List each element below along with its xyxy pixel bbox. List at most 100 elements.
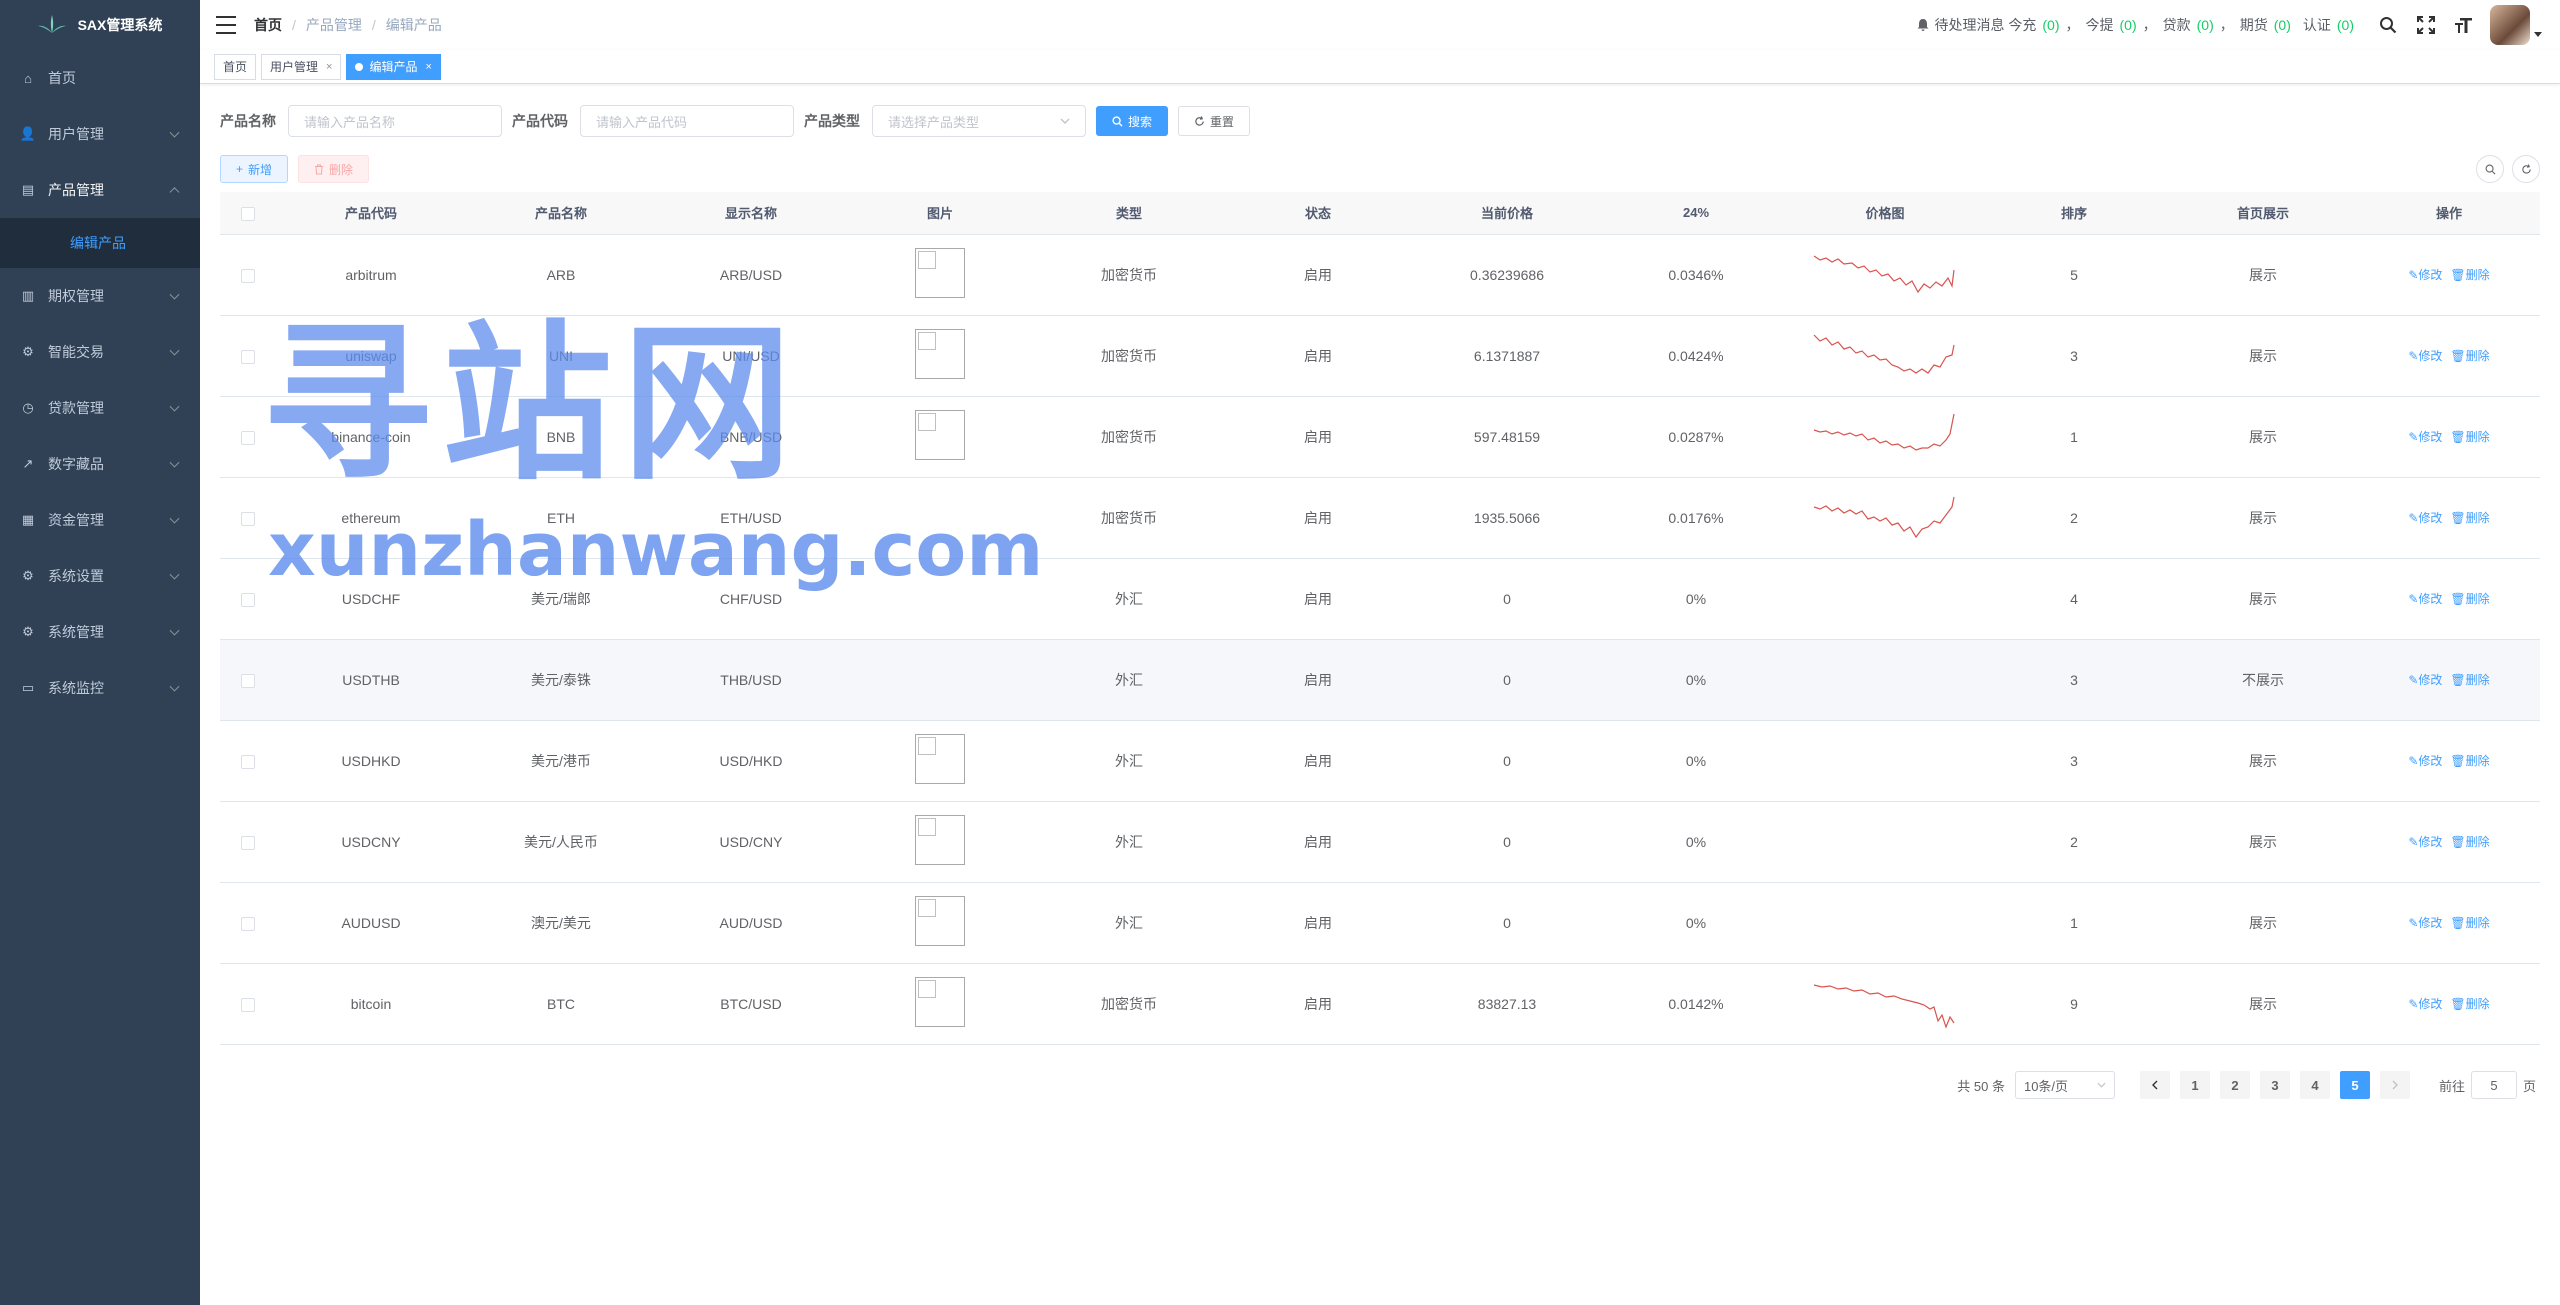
loan-count[interactable]: (0) xyxy=(2197,17,2214,33)
search-button[interactable]: 搜索 xyxy=(1096,106,1169,136)
pending-label[interactable]: 待处理消息 今充 xyxy=(1934,15,2036,35)
sidebar-subitem-edit-product[interactable]: 编辑产品 xyxy=(0,218,200,268)
product-image[interactable] xyxy=(915,329,965,379)
row-checkbox[interactable] xyxy=(241,592,255,607)
product-name-input[interactable]: 请输入产品名称 xyxy=(288,105,502,137)
page-button[interactable]: 4 xyxy=(2299,1071,2330,1099)
row-checkbox[interactable] xyxy=(241,268,255,283)
tag-home[interactable]: 首页 xyxy=(214,53,257,80)
table-row[interactable]: USDHKD 美元/港币 USD/HKD 外汇 启用 0 0% 3 展示 ✎修改 🗑删除 xyxy=(220,720,2540,802)
delete-link[interactable]: 🗑删除 xyxy=(2450,835,2489,849)
app-logo[interactable]: SAX管理系统 xyxy=(0,0,200,50)
delete-link[interactable]: 🗑删除 xyxy=(2450,997,2489,1011)
row-checkbox[interactable] xyxy=(241,430,255,445)
font-size-icon[interactable] xyxy=(2454,15,2474,35)
reset-button[interactable]: 重置 xyxy=(1178,106,1251,136)
close-icon[interactable]: × xyxy=(326,55,332,79)
row-checkbox[interactable] xyxy=(241,835,255,850)
refresh-button[interactable] xyxy=(2512,155,2540,183)
edit-link[interactable]: ✎修改 xyxy=(2408,511,2442,525)
product-image[interactable] xyxy=(915,248,965,298)
table-row[interactable]: arbitrum ARB ARB/USD 加密货币 启用 0.36239686 0.0346… xyxy=(220,234,2540,316)
delete-link[interactable]: 🗑删除 xyxy=(2450,592,2489,606)
edit-link[interactable]: ✎修改 xyxy=(2408,430,2442,444)
delete-link[interactable]: 🗑删除 xyxy=(2450,349,2489,363)
select-all-checkbox[interactable] xyxy=(241,206,255,221)
breadcrumb-home[interactable]: 首页 xyxy=(254,15,282,35)
sidebar-item-8[interactable]: ⚙ 系统设置 xyxy=(0,548,200,604)
withdraw-label[interactable]: 今提 xyxy=(2086,15,2114,35)
delete-link[interactable]: 🗑删除 xyxy=(2450,673,2489,687)
product-image[interactable] xyxy=(915,815,965,865)
close-icon[interactable]: × xyxy=(425,55,431,79)
delete-button[interactable]: 删除 xyxy=(298,155,370,183)
delete-link[interactable]: 🗑删除 xyxy=(2450,511,2489,525)
delete-link[interactable]: 🗑删除 xyxy=(2450,430,2489,444)
prev-page-button[interactable] xyxy=(2139,1071,2170,1099)
withdraw-count[interactable]: (0) xyxy=(2120,17,2137,33)
table-row[interactable]: bitcoin BTC BTC/USD 加密货币 启用 83827.13 0.0142% 9 展… xyxy=(220,963,2540,1045)
page-button[interactable]: 2 xyxy=(2219,1071,2250,1099)
tag-user-management[interactable]: 用户管理 × xyxy=(261,53,342,80)
table-row[interactable]: USDCNY 美元/人民币 USD/CNY 外汇 启用 0 0% 2 展示 ✎修改 🗑删除 xyxy=(220,801,2540,883)
row-checkbox[interactable] xyxy=(241,673,255,688)
table-row[interactable]: ethereum ETH ETH/USD 加密货币 启用 1935.5066 0.0176%… xyxy=(220,477,2540,559)
edit-link[interactable]: ✎修改 xyxy=(2408,835,2442,849)
row-checkbox[interactable] xyxy=(241,349,255,364)
edit-link[interactable]: ✎修改 xyxy=(2408,754,2442,768)
sidebar-item-9[interactable]: ⚙ 系统管理 xyxy=(0,604,200,660)
verify-label[interactable]: 认证 xyxy=(2303,15,2331,35)
user-avatar[interactable] xyxy=(2490,5,2530,45)
row-checkbox[interactable] xyxy=(241,997,255,1012)
product-type-select[interactable]: 请选择产品类型 xyxy=(872,105,1086,137)
edit-link[interactable]: ✎修改 xyxy=(2408,268,2442,282)
tag-edit-product[interactable]: 编辑产品 × xyxy=(346,53,441,80)
sidebar-item-1[interactable]: 👤 用户管理 xyxy=(0,106,200,162)
edit-link[interactable]: ✎修改 xyxy=(2408,997,2442,1011)
fullscreen-icon[interactable] xyxy=(2416,15,2436,35)
sidebar-item-6[interactable]: ↗ 数字藏品 xyxy=(0,436,200,492)
recharge-count[interactable]: (0) xyxy=(2042,17,2059,33)
verify-count[interactable]: (0) xyxy=(2337,17,2354,33)
sidebar-item-4[interactable]: ⚙ 智能交易 xyxy=(0,324,200,380)
page-button[interactable]: 1 xyxy=(2179,1071,2210,1099)
table-row[interactable]: binance-coin BNB BNB/USD 加密货币 启用 597.48159 0.0… xyxy=(220,396,2540,478)
product-image[interactable] xyxy=(915,896,965,946)
product-image[interactable] xyxy=(915,977,965,1027)
page-size-select[interactable]: 10条/页 xyxy=(2014,1071,2115,1099)
product-image[interactable] xyxy=(915,410,965,460)
goto-page-input[interactable]: 5 xyxy=(2470,1071,2517,1099)
sidebar-item-7[interactable]: ▦ 资金管理 xyxy=(0,492,200,548)
edit-link[interactable]: ✎修改 xyxy=(2408,592,2442,606)
hamburger-icon[interactable] xyxy=(216,16,236,34)
table-row[interactable]: AUDUSD 澳元/美元 AUD/USD 外汇 启用 0 0% 1 展示 ✎修改 🗑删除 xyxy=(220,882,2540,964)
delete-link[interactable]: 🗑删除 xyxy=(2450,754,2489,768)
bell-icon[interactable] xyxy=(1916,18,1930,32)
next-page-button[interactable] xyxy=(2379,1071,2410,1099)
delete-link[interactable]: 🗑删除 xyxy=(2450,916,2489,930)
row-checkbox[interactable] xyxy=(241,511,255,526)
table-row[interactable]: USDCHF 美元/瑞郎 CHF/USD 外汇 启用 0 0% 4 展示 ✎修改 🗑删除 xyxy=(220,558,2540,640)
table-row[interactable]: USDTHB 美元/泰铢 THB/USD 外汇 启用 0 0% 3 不展示 ✎修改 🗑删除 xyxy=(220,639,2540,721)
edit-link[interactable]: ✎修改 xyxy=(2408,349,2442,363)
sidebar-item-0[interactable]: ⌂ 首页 xyxy=(0,50,200,106)
edit-link[interactable]: ✎修改 xyxy=(2408,916,2442,930)
sidebar-item-10[interactable]: ▭ 系统监控 xyxy=(0,660,200,716)
product-image[interactable] xyxy=(915,734,965,784)
futures-count[interactable]: (0) xyxy=(2274,17,2291,33)
table-row[interactable]: uniswap UNI UNI/USD 加密货币 启用 6.1371887 0.0424% 3… xyxy=(220,315,2540,397)
sidebar-item-2[interactable]: ▤ 产品管理 xyxy=(0,162,200,218)
toggle-search-button[interactable] xyxy=(2476,155,2504,183)
sidebar-item-3[interactable]: ▥ 期权管理 xyxy=(0,268,200,324)
sidebar-item-5[interactable]: ◷ 贷款管理 xyxy=(0,380,200,436)
product-code-input[interactable]: 请输入产品代码 xyxy=(580,105,794,137)
add-button[interactable]: + 新增 xyxy=(220,155,289,183)
loan-label[interactable]: 贷款 xyxy=(2163,15,2191,35)
page-button[interactable]: 5 xyxy=(2339,1071,2370,1099)
caret-down-icon[interactable] xyxy=(2534,31,2542,37)
row-checkbox[interactable] xyxy=(241,916,255,931)
edit-link[interactable]: ✎修改 xyxy=(2408,673,2442,687)
futures-label[interactable]: 期货 xyxy=(2240,15,2268,35)
delete-link[interactable]: 🗑删除 xyxy=(2450,268,2489,282)
row-checkbox[interactable] xyxy=(241,754,255,769)
